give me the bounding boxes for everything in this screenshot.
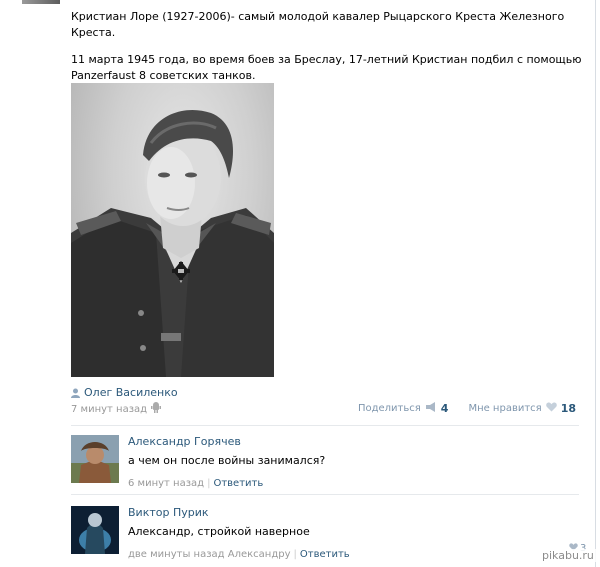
reply-button[interactable]: Ответить xyxy=(300,549,350,560)
post-text-line1: Кристиан Лоре (1927-2006)- самый молодой… xyxy=(71,10,565,39)
heart-icon[interactable] xyxy=(545,402,557,415)
portrait-image xyxy=(71,109,274,377)
previous-post-avatar[interactable] xyxy=(22,0,60,4)
post-time[interactable]: 7 минут назад xyxy=(71,404,147,415)
like-button-label[interactable]: Мне нравится xyxy=(468,403,541,414)
megaphone-icon[interactable] xyxy=(425,402,437,415)
like-count: 18 xyxy=(560,402,576,415)
page-border xyxy=(595,0,596,567)
android-icon xyxy=(151,402,162,416)
comment-text: Александр, стройкой наверное xyxy=(128,525,310,538)
avatar[interactable] xyxy=(71,506,119,554)
post-text-line2: 11 марта 1945 года, во время боев за Бре… xyxy=(71,53,582,82)
person-icon xyxy=(71,388,80,398)
watermark: pikabu.ru xyxy=(540,549,596,562)
share-button-label[interactable]: Поделиться xyxy=(358,403,421,414)
share-count: 4 xyxy=(440,402,449,415)
comment-time[interactable]: две минуты назад Александру xyxy=(128,549,291,560)
comment-text: а чем он после войны занимался? xyxy=(128,454,326,467)
reply-button[interactable]: Ответить xyxy=(213,478,263,489)
post-actions: Поделиться 4 Мне нравится 18 xyxy=(358,402,576,415)
post-meta: 7 минут назад xyxy=(71,402,162,416)
divider xyxy=(71,425,579,426)
comment-author[interactable]: Виктор Пурик xyxy=(128,506,568,520)
comment-author[interactable]: Александр Горячев xyxy=(128,435,568,449)
avatar[interactable] xyxy=(71,435,119,483)
post-author[interactable]: Олег Василенко xyxy=(71,386,178,399)
post-photo[interactable] xyxy=(71,83,274,377)
post-author-name[interactable]: Олег Василенко xyxy=(84,386,178,399)
comment-time[interactable]: 6 минут назад xyxy=(128,478,204,489)
post-text: Кристиан Лоре (1927-2006)- самый молодой… xyxy=(71,9,591,84)
divider xyxy=(71,494,579,495)
